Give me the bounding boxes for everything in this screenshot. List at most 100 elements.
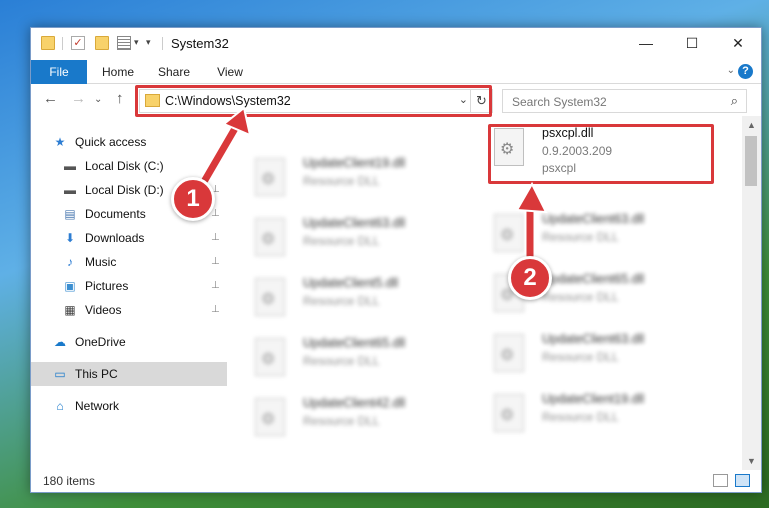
sidebar-item-music[interactable]: ♪ Music ⊥ (31, 250, 227, 274)
file-name: UpdateClient42.dll (303, 396, 406, 410)
file-item[interactable]: UpdateClient63.dll Resource DLL (470, 206, 700, 264)
sidebar-item-label: This PC (75, 367, 118, 381)
search-icon[interactable]: ⌕ (731, 93, 738, 109)
file-meta: Resource DLL (303, 174, 380, 188)
file-list: UpdateClient19.dllResource DLLUpdateClie… (227, 116, 742, 470)
file-meta: Resource DLL (303, 294, 380, 308)
window-title: System32 (171, 36, 229, 51)
file-meta: Resource DLL (542, 290, 619, 304)
search-box[interactable]: Search System32 ⌕ (502, 89, 747, 113)
video-icon: ▦ (64, 303, 76, 317)
pin-icon[interactable]: ⊥ (211, 298, 220, 322)
tab-home[interactable]: Home (93, 60, 143, 84)
sidebar-item-network[interactable]: ⌂ Network (31, 394, 227, 418)
file-meta: Resource DLL (542, 350, 619, 364)
dll-file-icon (255, 158, 285, 196)
file-item[interactable]: UpdateClient42.dll Resource DLL (231, 390, 461, 448)
sidebar-item-this-pc[interactable]: ▭ This PC (31, 362, 227, 386)
file-item[interactable]: UpdateClient19.dll Resource DLL (231, 150, 461, 208)
tab-view[interactable]: View (205, 60, 255, 84)
sidebar-item-label: Downloads (85, 231, 145, 245)
file-name: UpdateClient63.dll (303, 216, 406, 230)
computer-icon: ▭ (54, 367, 66, 381)
large-icons-view-icon[interactable] (735, 474, 750, 487)
file-item[interactable]: UpdateClient63.dll Resource DLL (231, 210, 461, 268)
dll-file-icon (255, 218, 285, 256)
file-name: UpdateClient63.dll (542, 332, 645, 346)
navigation-bar: ← → ⌄ ↑ C:\Windows\System32 ⌄ ↻ Search S… (31, 84, 761, 117)
sidebar-item-label: Network (75, 399, 120, 413)
file-name: UpdateClient19.dll (303, 156, 406, 170)
sidebar-item-label: Pictures (85, 279, 129, 293)
folder-icon[interactable] (41, 36, 55, 50)
dll-file-icon (494, 394, 524, 432)
file-name: UpdateClient5.dll (303, 276, 399, 290)
customize-toolbar-icon[interactable] (117, 36, 131, 50)
chevron-down-icon[interactable]: ▾ (146, 37, 160, 51)
forward-button[interactable]: → (71, 90, 86, 107)
help-icon[interactable]: ? (738, 64, 753, 79)
scrollbar-thumb[interactable] (745, 136, 757, 186)
file-item[interactable]: UpdateClient63.dll Resource DLL (470, 326, 700, 384)
recent-locations-button[interactable]: ⌄ (94, 94, 102, 105)
sidebar-item-quick-access[interactable]: ★ Quick access (31, 130, 227, 154)
tab-share[interactable]: Share (149, 60, 199, 84)
close-button[interactable]: ✕ (715, 28, 761, 58)
star-icon: ★ (54, 135, 66, 149)
dll-file-icon (494, 334, 524, 372)
search-input[interactable]: Search System32 (512, 95, 607, 109)
dll-file-icon (494, 214, 524, 252)
sidebar-item-label: Videos (85, 303, 122, 317)
new-folder-icon[interactable] (95, 36, 109, 50)
step-badge-2: 2 (508, 256, 552, 300)
sidebar-item-label: OneDrive (75, 335, 126, 349)
navigation-pane: ★ Quick access ▬ Local Disk (C:) ▬ Local Disk… (31, 116, 227, 470)
sidebar-item-pictures[interactable]: ▣ Pictures ⊥ (31, 274, 227, 298)
highlight-box-file (488, 124, 714, 184)
music-icon: ♪ (67, 255, 73, 269)
properties-icon[interactable]: ✓ (71, 36, 85, 50)
details-view-icon[interactable] (713, 474, 728, 487)
tab-file[interactable]: File (31, 60, 87, 84)
expand-ribbon-icon[interactable]: ⌄ (727, 65, 735, 76)
item-count: 180 items (43, 474, 96, 488)
file-name: UpdateClient65.dll (542, 272, 645, 286)
title-bar: ✓ ▾ ▾ System32 — ☐ ✕ (31, 28, 761, 60)
ribbon-tabs: File Home Share View ⌄ ? (31, 60, 761, 84)
pin-icon[interactable]: ⊥ (211, 274, 220, 298)
download-icon: ⬇ (64, 231, 76, 245)
dll-file-icon (255, 338, 285, 376)
file-meta: Resource DLL (303, 234, 380, 248)
file-meta: Resource DLL (303, 354, 380, 368)
up-button[interactable]: ↑ (116, 90, 124, 107)
file-name: UpdateClient65.dll (303, 336, 406, 350)
file-item[interactable]: UpdateClient65.dll Resource DLL (231, 330, 461, 388)
dll-file-icon (255, 398, 285, 436)
sidebar-item-label: Quick access (75, 135, 147, 149)
file-item[interactable]: UpdateClient19.dll Resource DLL (470, 386, 700, 444)
file-item[interactable]: UpdateClient5.dll Resource DLL (231, 270, 461, 328)
sidebar-item-label: Local Disk (D:) (85, 183, 164, 197)
file-meta: Resource DLL (303, 414, 380, 428)
scroll-down-icon[interactable]: ▼ (747, 456, 756, 466)
step-badge-1: 1 (171, 177, 215, 221)
file-name: UpdateClient19.dll (542, 392, 645, 406)
scroll-up-icon[interactable]: ▲ (747, 120, 756, 130)
sidebar-item-downloads[interactable]: ⬇ Downloads ⊥ (31, 226, 227, 250)
divider (162, 37, 163, 50)
file-meta: Resource DLL (542, 410, 619, 424)
minimize-button[interactable]: — (623, 28, 669, 58)
pin-icon[interactable]: ⊥ (211, 226, 220, 250)
file-item[interactable]: UpdateClient65.dll Resource DLL (470, 266, 700, 324)
sidebar-item-label: Documents (85, 207, 146, 221)
sidebar-item-videos[interactable]: ▦ Videos ⊥ (31, 298, 227, 322)
file-meta: Resource DLL (542, 230, 619, 244)
sidebar-item-onedrive[interactable]: ☁ OneDrive (31, 330, 227, 354)
sidebar-item-label: Music (85, 255, 117, 269)
maximize-button[interactable]: ☐ (669, 28, 715, 58)
vertical-scrollbar[interactable]: ▲ ▼ (742, 116, 761, 470)
sidebar-item-local-disk-c[interactable]: ▬ Local Disk (C:) (31, 154, 227, 178)
pin-icon[interactable]: ⊥ (211, 250, 220, 274)
picture-icon: ▣ (64, 279, 76, 293)
back-button[interactable]: ← (43, 90, 58, 107)
